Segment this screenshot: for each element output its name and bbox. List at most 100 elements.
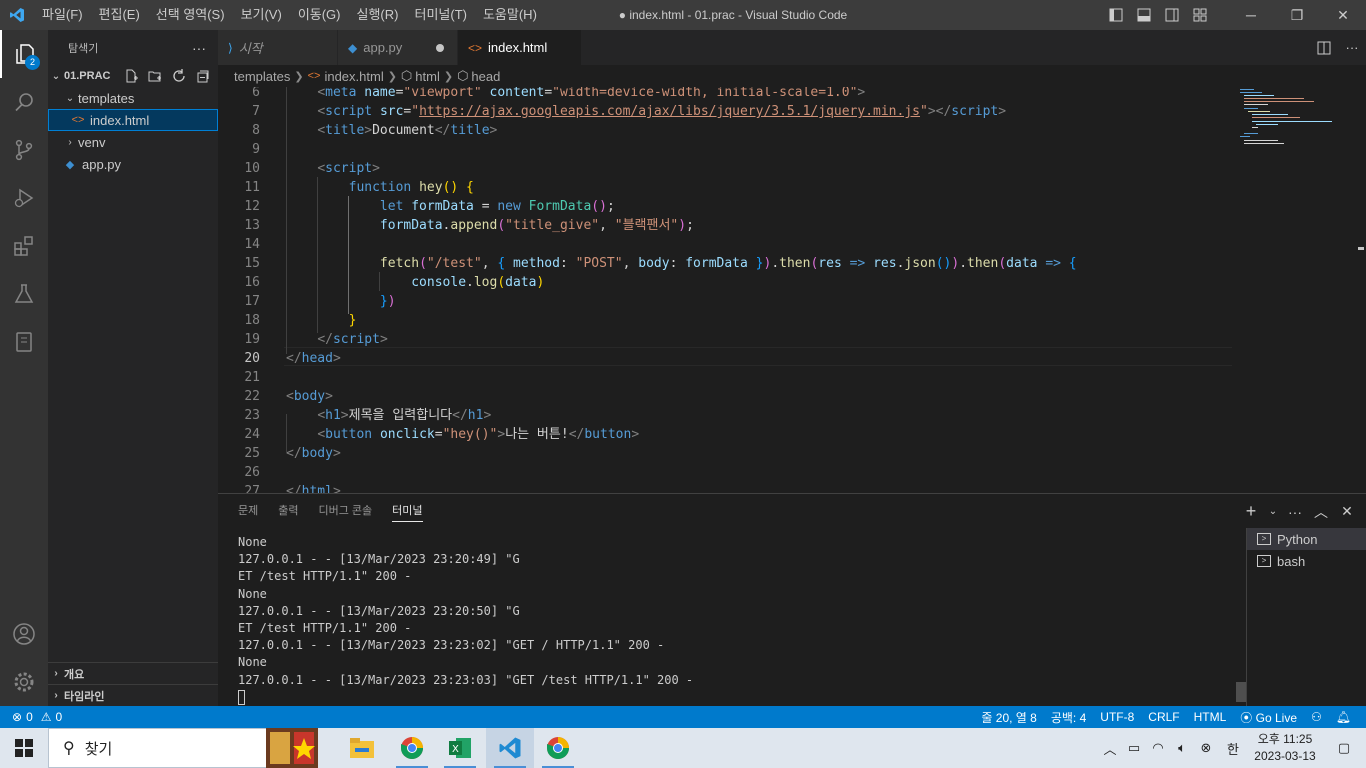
tab-label: app.py bbox=[363, 40, 403, 55]
chevron-right-icon: › bbox=[68, 136, 72, 148]
minimap[interactable] bbox=[1232, 87, 1352, 493]
tree-item-templates[interactable]: ⌄ templates bbox=[48, 87, 218, 109]
explorer-icon[interactable]: 2 bbox=[0, 30, 48, 78]
explorer-more-icon[interactable]: ··· bbox=[192, 40, 206, 56]
code-editor[interactable]: 6 <meta name="viewport" content="width=d… bbox=[218, 87, 1366, 493]
line-number: 17 bbox=[244, 294, 260, 309]
terminal-item-python[interactable]: > Python bbox=[1247, 528, 1366, 550]
status-go-live[interactable]: ⦿ Go Live bbox=[1233, 709, 1304, 726]
tab-index-html[interactable]: <> index.html bbox=[458, 30, 582, 65]
extensions-icon[interactable] bbox=[0, 222, 48, 270]
terminal-scrollbar[interactable] bbox=[1236, 682, 1246, 702]
menu-go[interactable]: 이동(G) bbox=[290, 0, 349, 30]
volume-icon[interactable]: 🔈︎ bbox=[1170, 728, 1194, 768]
maximize-panel-icon[interactable]: ︿ bbox=[1312, 503, 1330, 521]
toggle-sidebar-icon[interactable] bbox=[1102, 0, 1130, 30]
taskbar-search-box[interactable]: ⚲ 찾기 bbox=[48, 728, 280, 768]
refresh-icon[interactable] bbox=[170, 67, 188, 85]
chrome-icon[interactable] bbox=[534, 728, 582, 768]
notifications-bell-icon[interactable]: 🔔︎ bbox=[1329, 710, 1358, 724]
search-icon[interactable] bbox=[0, 78, 48, 126]
vscode-taskbar-icon[interactable] bbox=[486, 728, 534, 768]
chrome-icon[interactable] bbox=[388, 728, 436, 768]
line-number: 14 bbox=[244, 237, 260, 252]
terminal-item-bash[interactable]: > bash bbox=[1247, 550, 1366, 572]
menu-help[interactable]: 도움말(H) bbox=[475, 0, 545, 30]
run-debug-icon[interactable] bbox=[0, 174, 48, 222]
remote-explorer-icon[interactable] bbox=[0, 318, 48, 366]
status-eol[interactable]: CRLF bbox=[1141, 710, 1186, 724]
unsaved-dot-icon[interactable] bbox=[436, 43, 445, 52]
chevron-up-icon[interactable]: ︿ bbox=[1098, 728, 1122, 768]
new-terminal-icon[interactable]: + bbox=[1242, 501, 1260, 521]
search-highlight-image[interactable] bbox=[266, 728, 318, 768]
new-file-icon[interactable] bbox=[122, 67, 140, 85]
menu-edit[interactable]: 편집(E) bbox=[91, 0, 148, 30]
more-actions-icon[interactable]: ··· bbox=[1286, 503, 1304, 521]
warning-icon: ⚠ bbox=[40, 710, 52, 724]
wifi-icon[interactable]: ◠ bbox=[1146, 728, 1170, 768]
menu-terminal[interactable]: 터미널(T) bbox=[406, 0, 474, 30]
split-editor-icon[interactable] bbox=[1310, 30, 1338, 65]
tab-problems[interactable]: 문제 bbox=[228, 494, 268, 529]
timeline-label: 타임라인 bbox=[64, 690, 105, 703]
minimize-button[interactable]: ─ bbox=[1228, 0, 1274, 30]
status-problems[interactable]: ⊗ 0 ⚠ 0 bbox=[0, 710, 62, 724]
timeline-section[interactable]: › 타임라인 bbox=[48, 684, 218, 706]
new-folder-icon[interactable] bbox=[146, 67, 164, 85]
close-window-button[interactable]: ✕ bbox=[1320, 0, 1366, 30]
editor-scrollbar[interactable] bbox=[1352, 87, 1366, 493]
menu-selection[interactable]: 선택 영역(S) bbox=[148, 0, 233, 30]
status-indentation[interactable]: 공백: 4 bbox=[1044, 709, 1093, 726]
tab-output[interactable]: 출력 bbox=[268, 494, 308, 529]
breadcrumb-symbol-html[interactable]: html bbox=[415, 69, 440, 84]
close-panel-icon[interactable]: ✕ bbox=[1338, 503, 1356, 521]
notification-center-icon[interactable]: ▢ bbox=[1322, 728, 1366, 768]
windows-start-icon[interactable] bbox=[0, 728, 48, 768]
more-actions-icon[interactable]: ··· bbox=[1338, 30, 1366, 65]
ime-indicator[interactable]: 한 bbox=[1218, 728, 1248, 768]
menu-view[interactable]: 보기(V) bbox=[233, 0, 290, 30]
chevron-down-icon[interactable]: ⌄ bbox=[1268, 503, 1278, 521]
collapse-all-icon[interactable] bbox=[194, 67, 212, 85]
terminal-output[interactable]: None 127.0.0.1 - - [13/Mar/2023 23:20:49… bbox=[238, 534, 1238, 706]
tab-debug-console[interactable]: 디버그 콘솔 bbox=[309, 494, 383, 529]
outline-section[interactable]: › 개요 bbox=[48, 662, 218, 684]
breadcrumb-folder[interactable]: templates bbox=[234, 69, 290, 84]
tree-item-index-html[interactable]: <> index.html bbox=[48, 109, 218, 131]
vscode-logo-icon bbox=[0, 0, 34, 30]
accounts-icon[interactable] bbox=[0, 610, 48, 658]
status-cursor-position[interactable]: 줄 20, 열 8 bbox=[974, 709, 1043, 726]
folder-root-01prac[interactable]: ⌄ 01.PRAC bbox=[48, 65, 218, 87]
tab-terminal[interactable]: 터미널 bbox=[382, 494, 432, 529]
excel-icon[interactable]: X bbox=[436, 728, 484, 768]
code-line: 14 bbox=[218, 235, 1366, 254]
tab-welcome[interactable]: ⟩ 시작 bbox=[218, 30, 338, 65]
source-control-icon[interactable] bbox=[0, 126, 48, 174]
no-network-icon[interactable]: ⊗ bbox=[1194, 728, 1218, 768]
toggle-secondary-sidebar-icon[interactable] bbox=[1158, 0, 1186, 30]
toggle-panel-icon[interactable] bbox=[1130, 0, 1158, 30]
menu-run[interactable]: 실행(R) bbox=[349, 0, 407, 30]
feedback-icon[interactable]: ⚇ bbox=[1304, 710, 1329, 724]
chevron-right-icon: › bbox=[54, 668, 58, 679]
testing-icon[interactable] bbox=[0, 270, 48, 318]
tree-item-label: app.py bbox=[82, 156, 122, 172]
tree-item-app-py[interactable]: ◆ app.py bbox=[48, 153, 218, 175]
menu-file[interactable]: 파일(F) bbox=[34, 0, 91, 30]
breadcrumb-symbol-head[interactable]: head bbox=[471, 69, 500, 84]
restore-button[interactable]: ❐ bbox=[1274, 0, 1320, 30]
tree-item-venv[interactable]: › venv bbox=[48, 131, 218, 153]
terminal-prompt[interactable] bbox=[238, 689, 1238, 706]
file-explorer-icon[interactable] bbox=[338, 728, 386, 768]
status-language[interactable]: HTML bbox=[1187, 710, 1234, 724]
status-encoding[interactable]: UTF-8 bbox=[1093, 710, 1141, 724]
clock[interactable]: 오후 11:25 2023-03-13 bbox=[1248, 731, 1322, 765]
line-number: 25 bbox=[244, 446, 260, 461]
manage-gear-icon[interactable] bbox=[0, 658, 48, 706]
code-line-current: 20 </head> bbox=[218, 349, 1366, 368]
breadcrumb-file[interactable]: index.html bbox=[324, 69, 383, 84]
tab-app-py[interactable]: ◆ app.py bbox=[338, 30, 458, 65]
battery-icon[interactable]: ▭ bbox=[1122, 728, 1146, 768]
customize-layout-icon[interactable] bbox=[1186, 0, 1214, 30]
